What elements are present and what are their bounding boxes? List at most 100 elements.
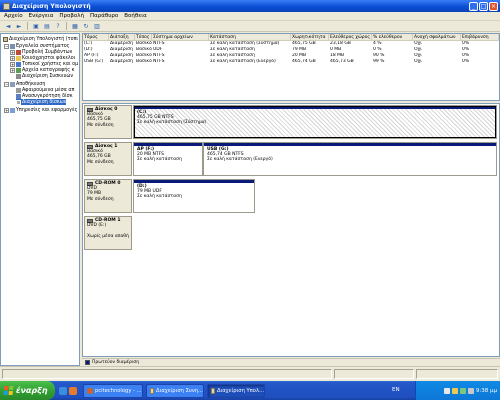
cdrom-0: CD-ROM 0 DVD 79 MB Με σύνδεση (D:) 79 MB…: [84, 179, 264, 213]
table-cell: Βασικό: [136, 59, 152, 64]
legend-bar: Πρωτεύον διαμέριση: [82, 358, 500, 366]
table-cell: 465,74 GB: [292, 59, 316, 64]
network-icon[interactable]: [443, 387, 450, 394]
cd-drive-icon: [87, 218, 93, 223]
tree-item-label: Αφαιρούμενα μέσα απ: [22, 87, 75, 93]
cd-drive-icon: [87, 181, 93, 186]
disk-1: Δίσκος 1 Βασικό 465,76 GB Με σύνδεση AP …: [84, 142, 498, 176]
cdrom-1: CD-ROM 1 DVD (E:) Χωρίς μέσα αποθή: [84, 216, 144, 250]
disk-info[interactable]: Δίσκος 1 Βασικό 465,76 GB Με σύνδεση: [84, 142, 132, 176]
column-header-layout[interactable]: Διάταξη: [109, 34, 135, 40]
partition-c[interactable]: (C:) 465,75 GB NTFS Σε καλή κατάσταση (Σ…: [133, 105, 497, 139]
column-header-volume[interactable]: Τόμος: [83, 34, 109, 40]
column-header-status[interactable]: Κατάσταση: [209, 34, 291, 40]
table-cell: 465,73 GB: [330, 59, 354, 64]
security-icon[interactable]: [451, 387, 458, 394]
toolbar-separator: [27, 22, 28, 30]
tree-item-disk-management[interactable]: Διαχείριση δίσκων: [16, 99, 67, 105]
help-icon[interactable]: ?: [54, 22, 62, 30]
disk-layout-pane: Δίσκος 0 Βασικό 465,75 GB Με σύνδεση (C:…: [82, 103, 500, 357]
taskbar-item-computer-management[interactable]: Διαχείριση Υπολ...: [207, 383, 265, 398]
disk-management-icon: [16, 99, 21, 105]
disk-status: Με σύνδεση: [87, 159, 114, 165]
column-header-fault-tolerance[interactable]: Ανοχή σφαλμάτων: [413, 34, 461, 40]
disk-0: Δίσκος 0 Βασικό 465,75 GB Με σύνδεση (C:…: [84, 105, 498, 139]
disk-info[interactable]: Δίσκος 0 Βασικό 465,75 GB Με σύνδεση: [84, 105, 132, 139]
volume-list-header: Τόμος Διάταξη Τύπος Σύστημα αρχείων Κατά…: [83, 34, 499, 41]
menu-file[interactable]: Αρχείο: [4, 13, 23, 19]
expand-icon[interactable]: +: [10, 49, 15, 55]
language-indicator[interactable]: EN: [392, 387, 400, 393]
column-header-file-system[interactable]: Σύστημα αρχείων: [152, 34, 209, 40]
expand-icon[interactable]: +: [10, 67, 15, 73]
close-button[interactable]: ×: [489, 1, 498, 11]
partition-d[interactable]: (D:) 79 MB UDF Σε καλή κατάσταση: [133, 179, 255, 213]
back-arrow-icon[interactable]: ◄: [4, 22, 12, 30]
volume-icon[interactable]: [467, 387, 474, 394]
tree-item-device-manager[interactable]: Διαχείριση Συσκευών: [16, 73, 73, 79]
taskbar: έναρξη pcitechnology - ... Διαχείριση Συ…: [0, 381, 500, 400]
shared-folder-icon: [16, 55, 21, 61]
services-icon: [10, 107, 15, 113]
menu-help[interactable]: Βοήθεια: [124, 13, 146, 19]
refresh-icon[interactable]: ↻: [82, 22, 90, 30]
clock[interactable]: 9:38 μμ: [476, 388, 497, 394]
show-hide-tree-icon[interactable]: ▦: [71, 22, 79, 30]
partition-status: Σε καλή κατάσταση: [137, 157, 182, 163]
expand-icon[interactable]: +: [10, 61, 15, 67]
start-button[interactable]: έναρξη: [0, 381, 55, 400]
collapse-icon[interactable]: −: [4, 81, 9, 87]
window-title: Διαχείριση Υπολογιστή: [12, 2, 91, 10]
tree-item-label: Προβολή Συμβάντων: [22, 49, 73, 55]
maximize-button[interactable]: □: [479, 1, 488, 11]
collapse-icon[interactable]: −: [4, 43, 9, 49]
hard-disk-icon: [87, 144, 93, 149]
column-header-type[interactable]: Τύπος: [135, 34, 152, 40]
minimize-button[interactable]: _: [469, 1, 478, 11]
tree-item-label: Διαχείριση Υπολογιστή (τοπι: [9, 36, 79, 42]
tree-item-computer-management[interactable]: Διαχείριση Υπολογιστή (τοπι: [3, 36, 78, 42]
media-player-icon[interactable]: [69, 386, 77, 395]
menu-window[interactable]: Παράθυρο: [90, 13, 118, 19]
toolbar-separator: [66, 22, 67, 30]
windows-logo-icon: [3, 386, 14, 395]
internet-explorer-icon[interactable]: [59, 386, 67, 395]
taskbar-item-device-manager[interactable]: Διαχείριση Συνη...: [146, 383, 204, 398]
partition-status: Σε καλή κατάσταση (Σύστημα): [137, 120, 207, 126]
column-header-free-space[interactable]: Ελεύθερος χώρος: [329, 34, 372, 40]
partition-g[interactable]: USB (G:) 465,74 GB NTFS Σε καλή κατάστασ…: [203, 142, 497, 176]
window-icon: [150, 387, 155, 394]
status-cell: [334, 369, 414, 379]
properties-icon[interactable]: ▤: [43, 22, 51, 30]
device-manager-icon: [16, 73, 21, 79]
table-cell: 99 %: [373, 59, 385, 64]
column-header-percent-free[interactable]: % ελεύθερου: [372, 34, 413, 40]
menu-view[interactable]: Προβολή: [59, 13, 84, 19]
legend-label: Πρωτεύον διαμέριση: [92, 360, 140, 365]
partition-status: Σε καλή κατάσταση: [137, 194, 182, 200]
computer-icon: [3, 36, 8, 42]
table-row[interactable]: USB (G:) Διαμέριση Βασικό NTFS Σε καλή κ…: [83, 59, 499, 65]
window-titlebar[interactable]: Διαχείριση Υπολογιστή _ □ ×: [0, 0, 500, 12]
menu-action[interactable]: Ενέργεια: [29, 13, 54, 19]
disk-info[interactable]: CD-ROM 0 DVD 79 MB Με σύνδεση: [84, 179, 132, 213]
up-folder-icon[interactable]: ▣: [32, 22, 40, 30]
performance-logs-icon: [16, 67, 21, 73]
partition-f[interactable]: AP (F:) 20 MB NTFS Σε καλή κατάσταση: [133, 142, 203, 176]
partition-status: Σε καλή κατάσταση (Ενεργό): [207, 157, 273, 163]
export-list-icon[interactable]: ▥: [93, 22, 101, 30]
table-cell: Όχι: [414, 59, 422, 64]
safely-remove-icon[interactable]: [459, 387, 466, 394]
status-cell: [2, 369, 332, 379]
column-header-capacity[interactable]: Χωρητικότητα: [291, 34, 329, 40]
console-tree: Διαχείριση Υπολογιστή (τοπι − Εργαλεία σ…: [0, 33, 80, 366]
expand-icon[interactable]: +: [4, 107, 9, 113]
tree-item-label: Διαχείριση δίσκων: [22, 99, 67, 105]
expand-icon[interactable]: +: [10, 55, 15, 61]
tree-item-services-applications[interactable]: + Υπηρεσίες και εφαρμογές: [4, 107, 77, 113]
taskbar-item-browser[interactable]: pcitechnology - ...: [83, 383, 143, 398]
quick-launch: [59, 386, 77, 395]
disk-info[interactable]: CD-ROM 1 DVD (E:) Χωρίς μέσα αποθή: [84, 216, 132, 250]
forward-arrow-icon[interactable]: ►: [15, 22, 23, 30]
column-header-overhead[interactable]: Επιβάρυνση: [461, 34, 499, 40]
